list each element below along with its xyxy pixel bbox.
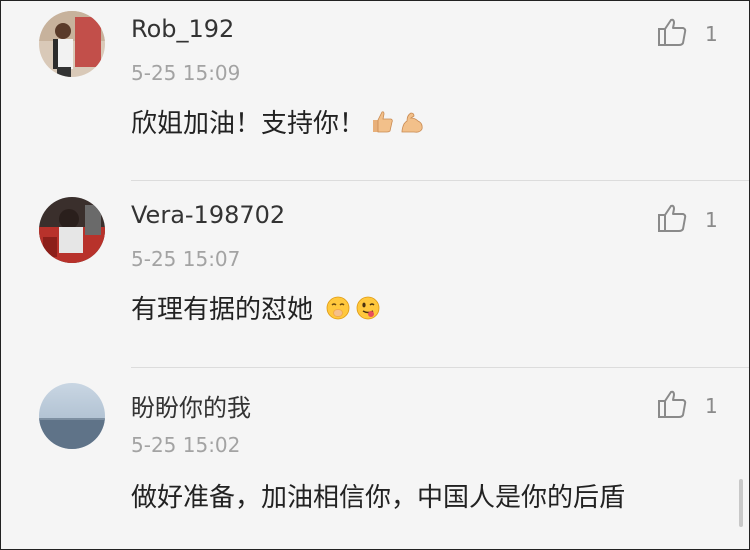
like-count: 1 [705,208,718,232]
giggling-face-emoji [325,295,351,321]
like-button[interactable]: 1 [657,203,718,237]
comment-text: 有理有据的怼她 [131,295,314,325]
thumbs-up-icon [657,389,689,423]
comment-text-row: 欣姐加油！支持你！ [131,103,425,140]
like-count: 1 [705,394,718,418]
avatar[interactable] [39,11,105,77]
timestamp: 5-25 15:02 [131,433,241,457]
comment-item: Vera-198702 5-25 15:07 有理有据的怼她 1 [1,181,749,367]
timestamp: 5-25 15:07 [131,247,241,271]
username[interactable]: Rob_192 [131,15,234,43]
username[interactable]: Vera-198702 [131,201,285,229]
comment-text: 欣姐加油！支持你！ [131,109,366,139]
comment-list: Rob_192 5-25 15:09 欣姐加油！支持你！ 1 Vera-1987… [0,0,750,550]
timestamp: 5-25 15:09 [131,61,241,85]
avatar[interactable] [39,383,105,449]
tongue-out-face-emoji [355,295,381,321]
comment-text: 做好准备，加油相信你，中国人是你的后盾 [131,483,626,513]
username[interactable]: 盼盼你的我 [131,388,251,423]
thumbs-up-icon [657,203,689,237]
avatar[interactable] [39,197,105,263]
thumbs-up-icon [657,17,689,51]
like-button[interactable]: 1 [657,17,718,51]
comment-text-row: 做好准备，加油相信你，中国人是你的后盾 [131,477,625,514]
comment-item: Rob_192 5-25 15:09 欣姐加油！支持你！ 1 [1,1,749,180]
flexed-biceps-emoji [399,109,425,135]
comment-text-row: 有理有据的怼她 [131,289,381,326]
like-count: 1 [705,22,718,46]
scrollbar[interactable] [739,479,743,527]
comment-item: 盼盼你的我 5-25 15:02 做好准备，加油相信你，中国人是你的后盾 1 [1,368,749,549]
thumbs-up-emoji [369,109,395,135]
like-button[interactable]: 1 [657,389,718,423]
